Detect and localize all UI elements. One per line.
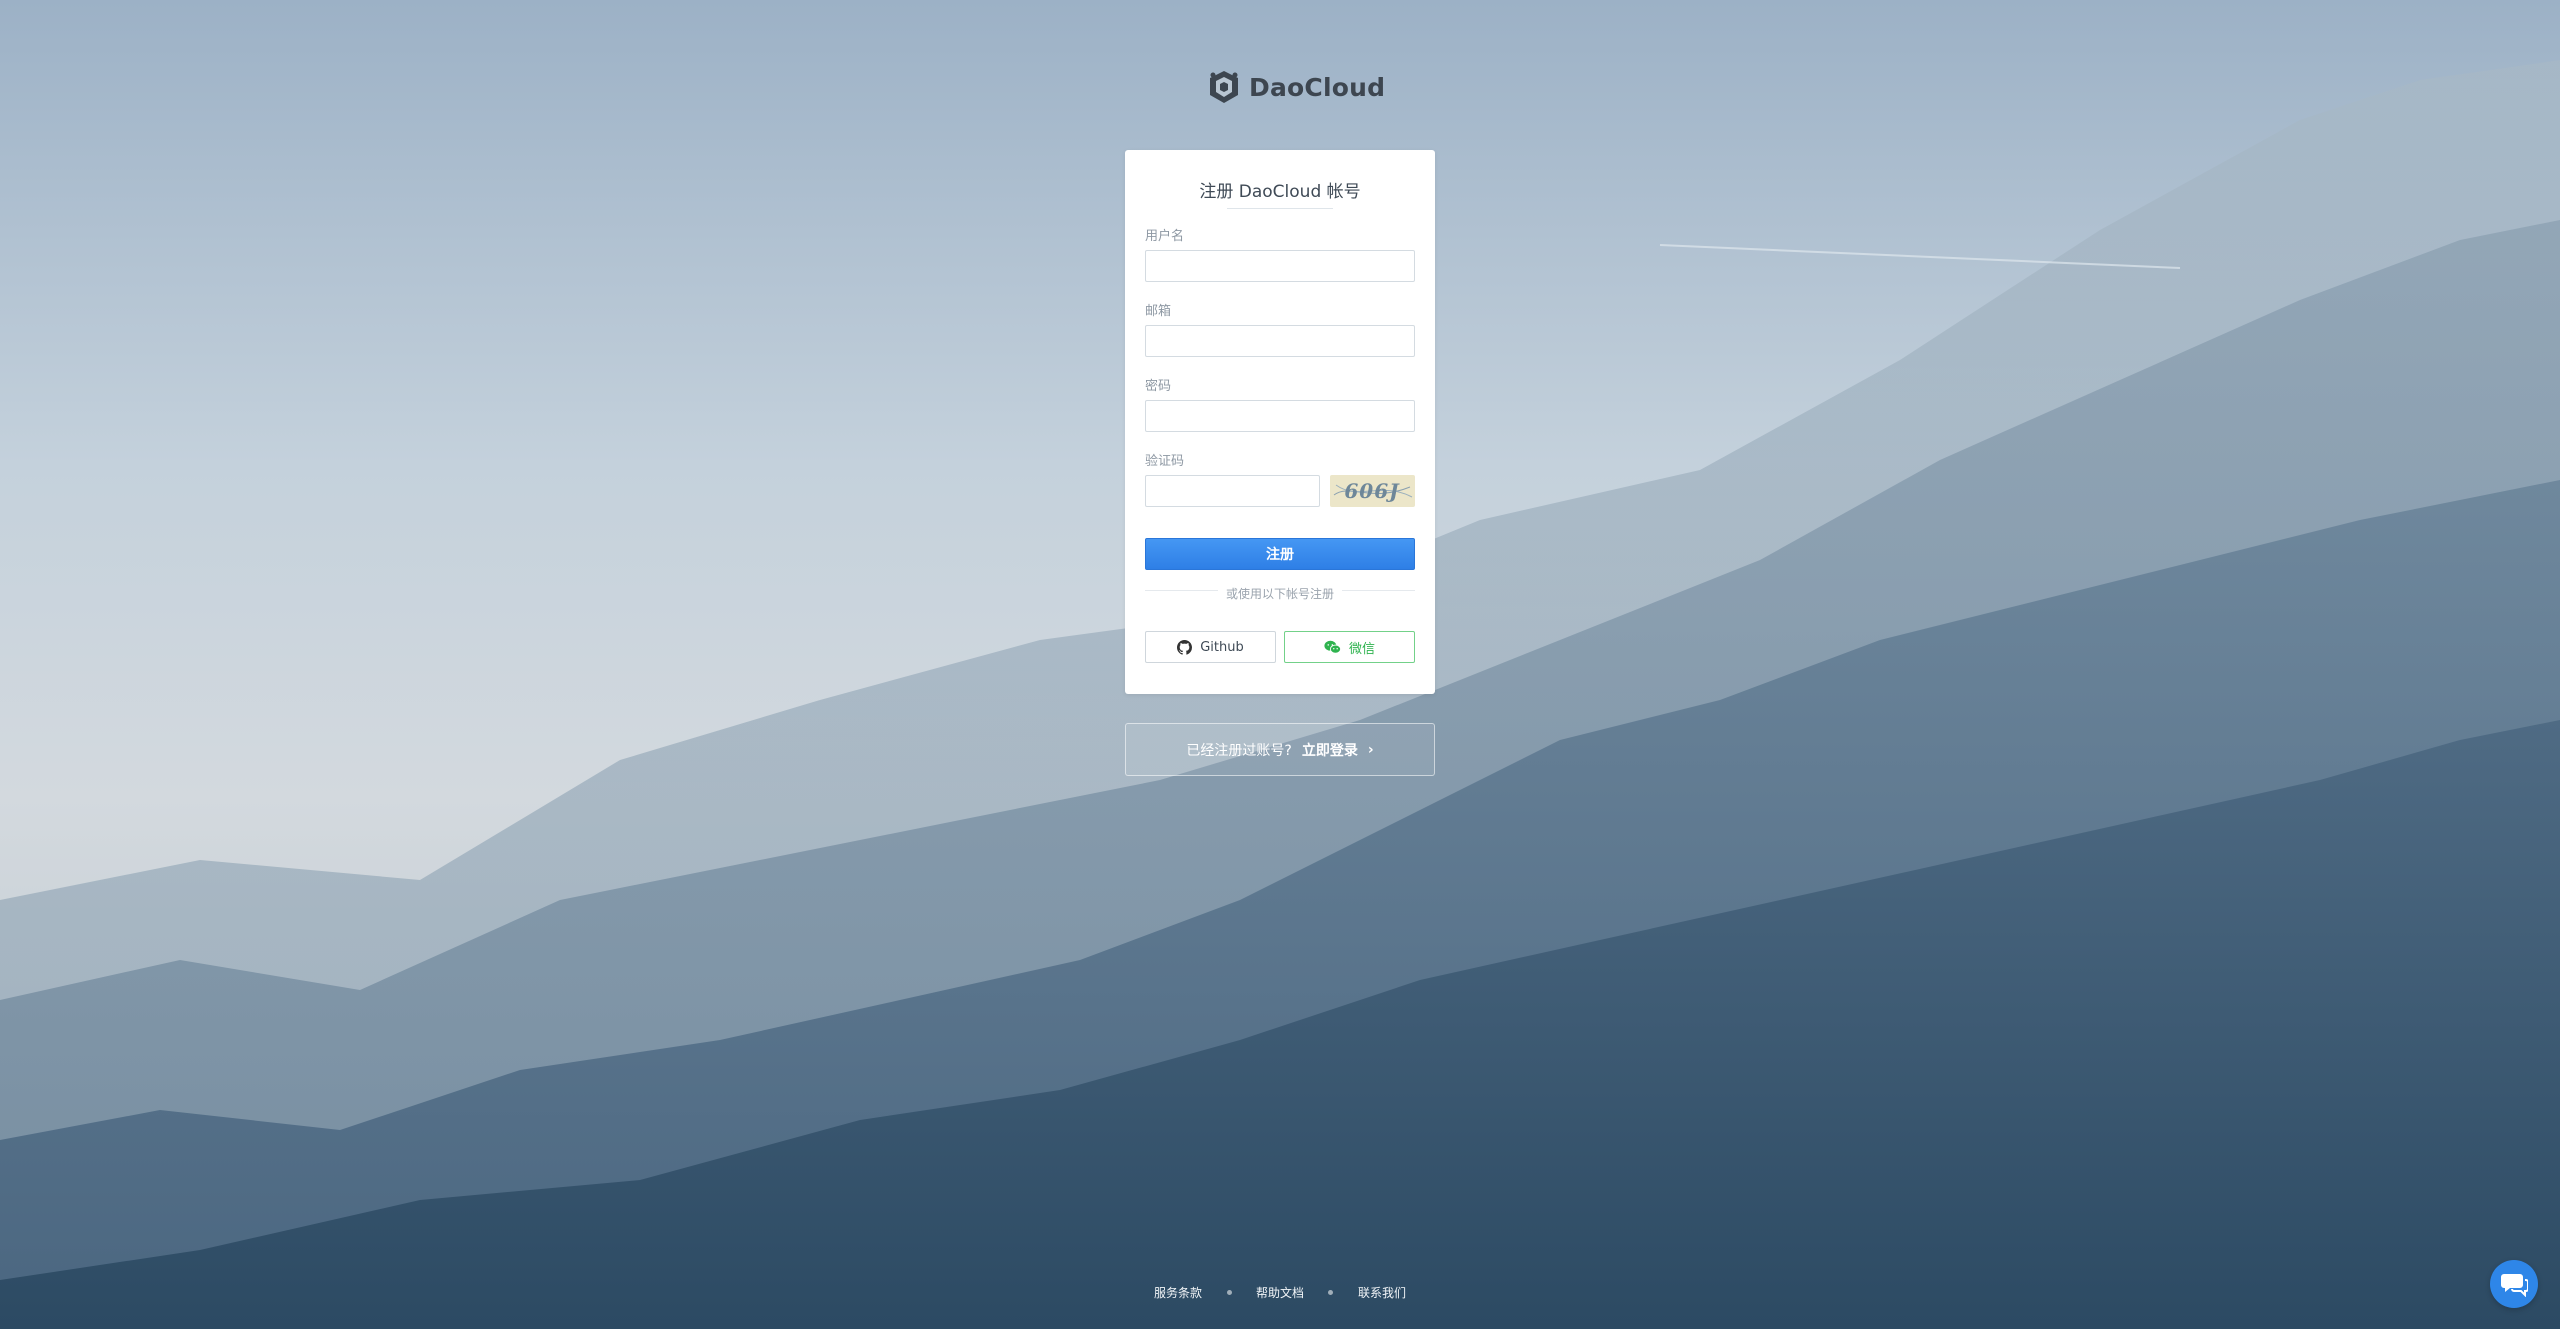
username-input[interactable] — [1145, 250, 1415, 282]
wechat-button[interactable]: 微信 — [1284, 631, 1415, 663]
wechat-icon — [1324, 640, 1341, 654]
footer-link-terms[interactable]: 服务条款 — [1154, 1284, 1202, 1301]
username-label: 用户名 — [1145, 229, 1185, 244]
footer-link-contact[interactable]: 联系我们 — [1358, 1284, 1406, 1301]
password-label: 密码 — [1145, 379, 1172, 394]
register-button[interactable]: 注册 — [1145, 538, 1415, 570]
footer-link-help[interactable]: 帮助文档 — [1256, 1284, 1304, 1301]
wechat-label: 微信 — [1348, 641, 1375, 657]
chevron-right-icon: › — [1367, 741, 1374, 758]
login-prompt-box[interactable]: 已经注册过账号? 立即登录 › — [1125, 723, 1435, 776]
github-icon — [1177, 639, 1193, 655]
register-card: 注册 DaoCloud 帐号 用户名 邮箱 密码 验证码 606J 注册 或使用… — [1125, 150, 1435, 694]
daocloud-logo-icon — [1210, 71, 1238, 103]
github-button[interactable]: Github — [1145, 631, 1276, 663]
footer-separator — [1328, 1289, 1334, 1295]
footer: 服务条款 帮助文档 联系我们 — [1154, 1282, 1406, 1302]
captcha-input[interactable] — [1145, 475, 1320, 507]
email-input[interactable] — [1145, 325, 1415, 357]
chat-support-button[interactable] — [2490, 1260, 2538, 1308]
captcha-noise: 606J — [1333, 479, 1413, 503]
title-underline — [1227, 208, 1333, 209]
chat-icon — [2501, 1274, 2528, 1297]
password-input[interactable] — [1145, 400, 1415, 432]
captcha-text: 606J — [1344, 479, 1400, 503]
captcha-label: 验证码 — [1145, 454, 1185, 469]
captcha-image[interactable]: 606J — [1330, 475, 1415, 507]
divider-text: 或使用以下帐号注册 — [1217, 587, 1342, 601]
github-label: Github — [1200, 639, 1244, 655]
brand-logo[interactable]: DaoCloud — [1207, 68, 1385, 106]
login-link[interactable]: 立即登录 — [1302, 740, 1358, 760]
register-title: 注册 DaoCloud 帐号 — [1199, 182, 1361, 202]
brand-name: DaoCloud — [1249, 72, 1386, 102]
email-label: 邮箱 — [1145, 304, 1172, 319]
footer-separator — [1226, 1289, 1232, 1295]
login-prompt-text: 已经注册过账号? — [1186, 742, 1292, 759]
